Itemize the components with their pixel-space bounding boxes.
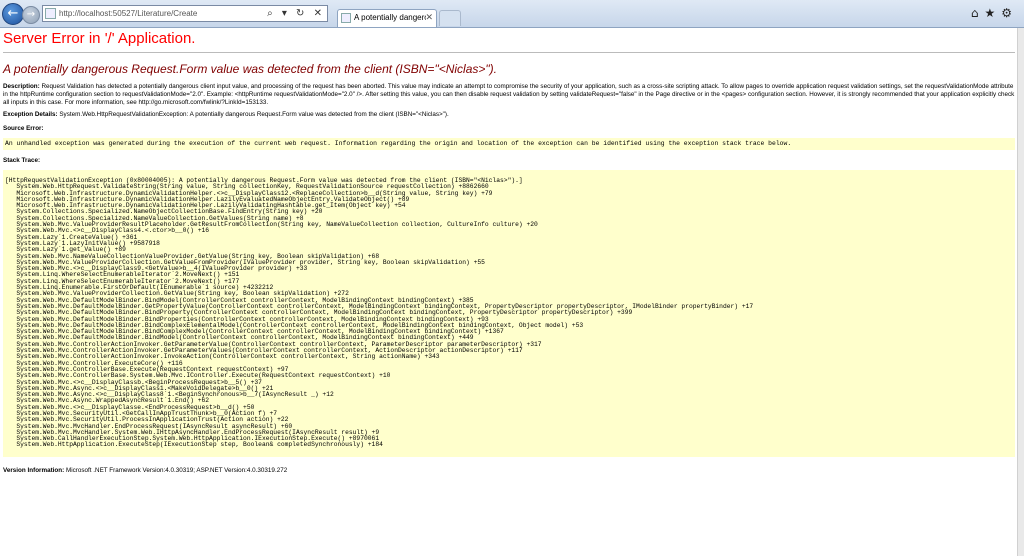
source-error-section: Source Error:: [3, 125, 44, 133]
address-bar[interactable]: http://localhost:50527/Literature/Create…: [42, 5, 328, 22]
tab-title[interactable]: A potentially dangerous Re...: [354, 12, 426, 24]
description-section: Description: Request Validation has dete…: [3, 83, 1017, 107]
vertical-scrollbar[interactable]: [1017, 28, 1024, 556]
new-tab-button[interactable]: [439, 10, 461, 26]
title-divider: [3, 52, 1015, 53]
address-url[interactable]: http://localhost:50527/Literature/Create: [59, 7, 197, 21]
address-bar-icons[interactable]: ⌕ ▾ ↻ ✕: [267, 6, 325, 21]
stack-trace-label: Stack Trace:: [3, 157, 41, 164]
source-error-label: Source Error:: [3, 125, 44, 132]
browser-toolbar: ← → http://localhost:50527/Literature/Cr…: [0, 0, 1024, 28]
version-information-label: Version Information:: [3, 467, 65, 474]
page-content: Server Error in '/' Application. A poten…: [0, 28, 1018, 556]
description-text: Request Validation has detected a potent…: [3, 83, 1015, 106]
forward-button[interactable]: →: [22, 6, 40, 24]
exception-details-section: Exception Details: System.Web.HttpReques…: [3, 111, 1017, 119]
stack-line: System.Web.HttpApplication.ExecuteStep(I…: [5, 441, 383, 449]
stack-trace-section: Stack Trace:: [3, 157, 40, 165]
source-error-box: An unhandled exception was generated dur…: [3, 138, 1015, 150]
description-label: Description:: [3, 83, 40, 90]
version-information-text: Microsoft .NET Framework Version:4.0.303…: [64, 467, 288, 474]
tab-favicon-icon: [341, 13, 351, 23]
exception-details-label: Exception Details:: [3, 111, 58, 118]
version-information-section: Version Information: Microsoft .NET Fram…: [3, 467, 1017, 475]
tab-active[interactable]: A potentially dangerous Re... ✕: [337, 9, 437, 27]
stack-trace-box: [HttpRequestValidationException (0x80004…: [3, 170, 1015, 457]
page-title: Server Error in '/' Application.: [3, 30, 196, 47]
tab-close-icon[interactable]: ✕: [425, 11, 433, 24]
exception-details-text: System.Web.HttpRequestValidationExceptio…: [57, 111, 449, 118]
back-button[interactable]: ←: [2, 3, 24, 25]
toolbar-home-favorites-tools-icons[interactable]: ⌂★⚙: [971, 5, 1018, 21]
error-heading: A potentially dangerous Request.Form val…: [3, 62, 497, 76]
page-favicon-icon: [45, 8, 56, 19]
